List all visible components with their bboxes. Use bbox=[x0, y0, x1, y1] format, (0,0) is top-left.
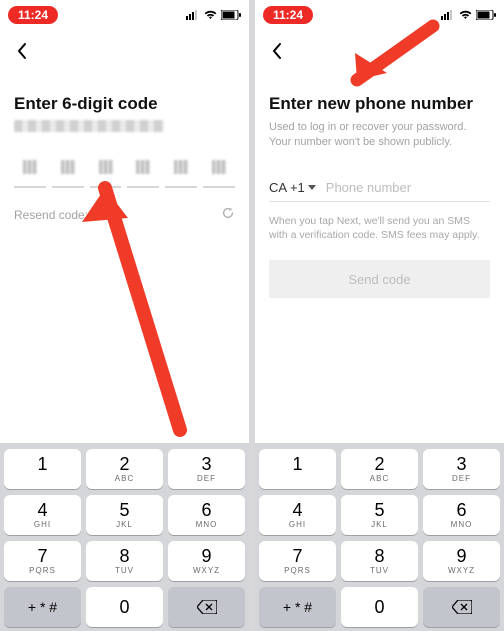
status-bar: 11:24 bbox=[0, 0, 249, 26]
key-8[interactable]: 8TUV bbox=[86, 541, 163, 581]
battery-icon bbox=[476, 10, 496, 20]
key-5[interactable]: 5JKL bbox=[86, 495, 163, 535]
signal-icon bbox=[441, 10, 455, 20]
code-digit-3[interactable] bbox=[90, 156, 122, 188]
chevron-left-icon bbox=[16, 42, 28, 60]
sms-note: When you tap Next, we'll send you an SMS… bbox=[269, 214, 490, 242]
status-indicators bbox=[441, 10, 496, 20]
country-code-selector[interactable]: CA +1 bbox=[269, 180, 326, 195]
key-symbols[interactable]: + * # bbox=[259, 587, 336, 627]
code-digit-1[interactable] bbox=[14, 156, 46, 188]
status-indicators bbox=[186, 10, 241, 20]
key-7[interactable]: 7PQRS bbox=[259, 541, 336, 581]
key-symbols[interactable]: + * # bbox=[4, 587, 81, 627]
numeric-keypad: 1 2ABC3DEF 4GHI5JKL6MNO 7PQRS8TUV9WXYZ + * … bbox=[255, 443, 504, 631]
key-4[interactable]: 4GHI bbox=[4, 495, 81, 535]
key-0[interactable]: 0 bbox=[86, 587, 163, 627]
key-6[interactable]: 6MNO bbox=[168, 495, 245, 535]
status-time: 11:24 bbox=[263, 6, 313, 24]
reload-button[interactable] bbox=[221, 206, 235, 223]
country-code-label: CA +1 bbox=[269, 180, 305, 195]
key-2[interactable]: 2ABC bbox=[341, 449, 418, 489]
wifi-icon bbox=[204, 10, 217, 20]
resend-seconds: 49s bbox=[95, 208, 114, 222]
back-button[interactable] bbox=[14, 40, 30, 66]
page-subtitle: Used to log in or recover your password.… bbox=[269, 120, 490, 150]
chevron-left-icon bbox=[271, 42, 283, 60]
send-code-button[interactable]: Send code bbox=[269, 260, 490, 298]
page-title: Enter new phone number bbox=[269, 94, 490, 114]
reload-icon bbox=[221, 206, 235, 220]
key-4[interactable]: 4GHI bbox=[259, 495, 336, 535]
key-backspace[interactable] bbox=[168, 587, 245, 627]
key-6[interactable]: 6MNO bbox=[423, 495, 500, 535]
key-9[interactable]: 9WXYZ bbox=[168, 541, 245, 581]
key-3[interactable]: 3DEF bbox=[423, 449, 500, 489]
page-title: Enter 6-digit code bbox=[14, 94, 235, 114]
resend-label: Resend code: bbox=[14, 208, 88, 222]
code-digit-5[interactable] bbox=[165, 156, 197, 188]
code-digit-4[interactable] bbox=[127, 156, 159, 188]
caret-down-icon bbox=[308, 185, 316, 190]
subtitle-blurred bbox=[14, 120, 164, 132]
code-digit-2[interactable] bbox=[52, 156, 84, 188]
numeric-keypad: 1 2ABC3DEF 4GHI5JKL6MNO 7PQRS8TUV9WXYZ + * … bbox=[0, 443, 249, 631]
status-time: 11:24 bbox=[8, 6, 58, 24]
key-3[interactable]: 3DEF bbox=[168, 449, 245, 489]
key-1[interactable]: 1 bbox=[259, 449, 336, 489]
battery-icon bbox=[221, 10, 241, 20]
wifi-icon bbox=[459, 10, 472, 20]
signal-icon bbox=[186, 10, 200, 20]
phone-input[interactable]: Phone number bbox=[326, 180, 411, 195]
key-8[interactable]: 8TUV bbox=[341, 541, 418, 581]
status-bar: 11:24 bbox=[255, 0, 504, 26]
code-digit-6[interactable] bbox=[203, 156, 235, 188]
key-9[interactable]: 9WXYZ bbox=[423, 541, 500, 581]
key-2[interactable]: 2ABC bbox=[86, 449, 163, 489]
key-5[interactable]: 5JKL bbox=[341, 495, 418, 535]
key-0[interactable]: 0 bbox=[341, 587, 418, 627]
back-button[interactable] bbox=[269, 40, 285, 66]
code-input-row[interactable] bbox=[14, 156, 235, 188]
resend-row: Resend code: 49s bbox=[14, 206, 235, 223]
key-7[interactable]: 7PQRS bbox=[4, 541, 81, 581]
key-1[interactable]: 1 bbox=[4, 449, 81, 489]
send-code-label: Send code bbox=[348, 272, 410, 287]
key-backspace[interactable] bbox=[423, 587, 500, 627]
